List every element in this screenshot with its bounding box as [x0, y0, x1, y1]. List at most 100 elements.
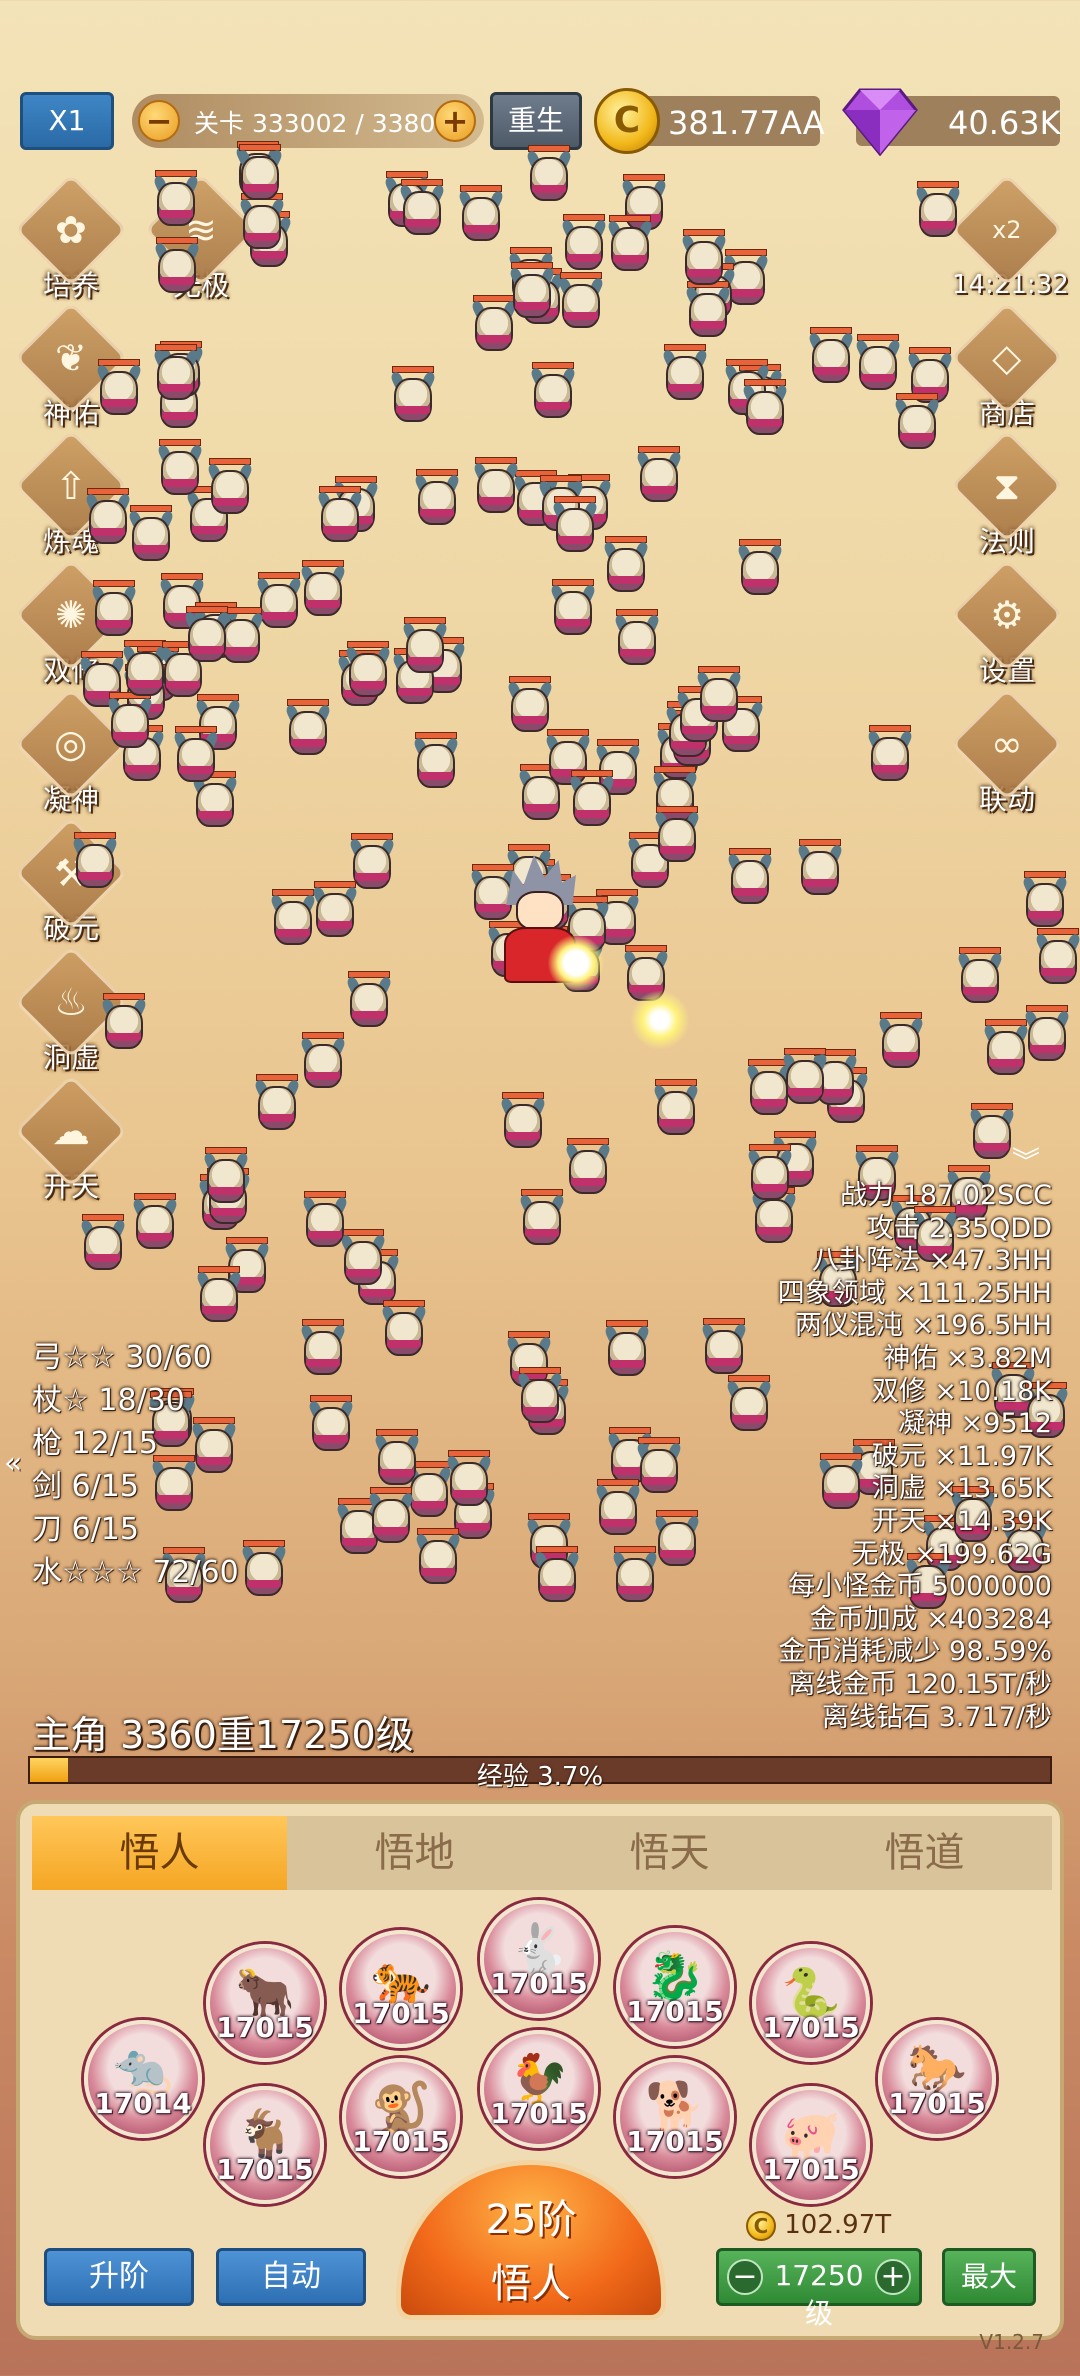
monster [548, 578, 598, 641]
monster [515, 1366, 565, 1429]
upgrade-rank-button[interactable]: 升阶 [44, 2248, 194, 2306]
main-button-stage: 25阶 [485, 2197, 577, 2243]
expand-left-icon[interactable]: « [4, 1446, 22, 1481]
monster [795, 838, 845, 901]
weapon-line: 弓☆☆ 30/60 [32, 1340, 212, 1375]
monster [725, 848, 775, 910]
level-plus-button[interactable]: + [875, 2259, 911, 2295]
monster [660, 343, 710, 406]
monster [78, 1213, 128, 1276]
zodiac-tiger[interactable]: 🐅 17015 [342, 1930, 460, 2048]
zodiac-rabbit[interactable]: 🐇 17015 [480, 1900, 598, 2018]
zodiac-level: 17015 [490, 2097, 588, 2130]
monster [252, 1073, 302, 1136]
monster [651, 1078, 701, 1141]
stats-panel: 战力 187.02SCC 攻击 2.35QDD 八卦阵法 ×47.3HH 四象领域 ×… [778, 1180, 1052, 1734]
stat-line: 开天 ×14.39K [871, 1505, 1052, 1537]
monster [1022, 1005, 1072, 1067]
zodiac-monkey[interactable]: 🐒 17015 [342, 2058, 460, 2176]
monster [913, 181, 963, 243]
zodiac-dragon[interactable]: 🐉 17015 [616, 1928, 734, 2046]
zodiac-horse[interactable]: 🐎 17015 [878, 2020, 996, 2138]
stage-next-button[interactable]: + [434, 100, 476, 142]
monster [1033, 928, 1080, 990]
monster [315, 486, 365, 548]
monster [99, 992, 149, 1055]
cost-amount: 102.97T [784, 2210, 892, 2240]
monster [556, 272, 606, 334]
hero-level-title: 主角 3360重17250级 [32, 1713, 414, 1757]
zodiac-snake[interactable]: 🐍 17015 [752, 1944, 870, 2062]
zodiac-level: 17014 [94, 2087, 192, 2120]
stat-line: 破元 ×11.97K [871, 1440, 1052, 1472]
main-button-label: 悟人 [491, 2261, 571, 2307]
monster [105, 692, 155, 754]
monster [498, 1092, 548, 1154]
zodiac-pig[interactable]: 🐖 17015 [752, 2086, 870, 2204]
monster [601, 536, 651, 598]
stage-label: 关卡 333002 / 338000 [194, 109, 468, 138]
zodiac-rat[interactable]: 🐀 17014 [84, 2020, 202, 2138]
monster [550, 495, 600, 558]
monster [413, 1527, 463, 1590]
coin-amount: 381.77AA [668, 104, 825, 142]
stat-line: 神佑 ×3.82M [883, 1342, 1052, 1374]
gold-coin-icon: C [746, 2210, 776, 2241]
zodiac-level: 17015 [216, 2153, 314, 2186]
zodiac-level: 17015 [626, 2125, 724, 2158]
stat-line: 四象领域 ×111.25HH [777, 1277, 1052, 1309]
stat-line: 每小怪金币 5000000 [788, 1571, 1052, 1603]
monster [1020, 870, 1070, 933]
level-minus-button[interactable]: − [727, 2259, 763, 2295]
tab-2[interactable]: 悟天 [542, 1816, 797, 1890]
monster [70, 831, 120, 894]
auto-button[interactable]: 自动 [216, 2248, 366, 2306]
monster [151, 344, 201, 406]
zodiac-level: 17015 [888, 2087, 986, 2120]
monster [152, 237, 202, 299]
weapon-line: 水☆☆☆ 72/60 [32, 1555, 239, 1590]
monster [735, 538, 785, 601]
collapse-stats-icon[interactable]: ︾ [1012, 1140, 1040, 1180]
max-button[interactable]: 最大 [942, 2248, 1036, 2306]
monster [344, 971, 394, 1033]
monster [967, 1102, 1017, 1165]
zodiac-level: 17015 [352, 1997, 450, 2030]
stat-line: 离线钻石 3.717/秒 [822, 1701, 1052, 1733]
stat-line: 战力 187.02SCC [840, 1180, 1052, 1211]
monster [865, 725, 915, 787]
attack-flash [630, 990, 690, 1050]
level-value: 17250级 [774, 2259, 864, 2330]
tab-1[interactable]: 悟地 [287, 1816, 542, 1890]
monster [876, 1012, 926, 1074]
stat-line: 金币消耗减少 98.59% [778, 1636, 1052, 1668]
monster [605, 214, 655, 277]
zodiac-level: 17015 [762, 2153, 860, 2186]
zodiac-goat[interactable]: 🐐 17015 [206, 2086, 324, 2204]
monster [343, 640, 393, 703]
monster [507, 262, 557, 324]
monster [652, 1509, 702, 1572]
monster [94, 359, 144, 421]
monster [235, 144, 285, 206]
upgrade-cost: C 102.97T [746, 2210, 891, 2241]
zodiac-level: 17015 [626, 1995, 724, 2028]
monster [155, 438, 205, 501]
zodiac-dog[interactable]: 🐕 17015 [616, 2058, 734, 2176]
monster [524, 145, 574, 207]
monster [806, 327, 856, 389]
stat-line: 金币加成 ×403284 [809, 1603, 1052, 1635]
monster [366, 1487, 416, 1549]
zodiac-rooster[interactable]: 🐓 17015 [480, 2030, 598, 2148]
stat-line: 攻击 2.35QDD [866, 1212, 1052, 1244]
tab-0[interactable]: 悟人 [32, 1816, 287, 1890]
monster [306, 1395, 356, 1457]
stage-prev-button[interactable]: − [138, 100, 180, 142]
monster [563, 1137, 613, 1200]
monster [694, 666, 744, 728]
monster [634, 445, 684, 508]
tab-3[interactable]: 悟道 [797, 1816, 1052, 1890]
weapon-line: 杖☆ 18/30 [32, 1383, 185, 1418]
zodiac-ox[interactable]: 🐂 17015 [206, 1944, 324, 2062]
stat-line: 双修 ×10.18K [871, 1375, 1052, 1407]
